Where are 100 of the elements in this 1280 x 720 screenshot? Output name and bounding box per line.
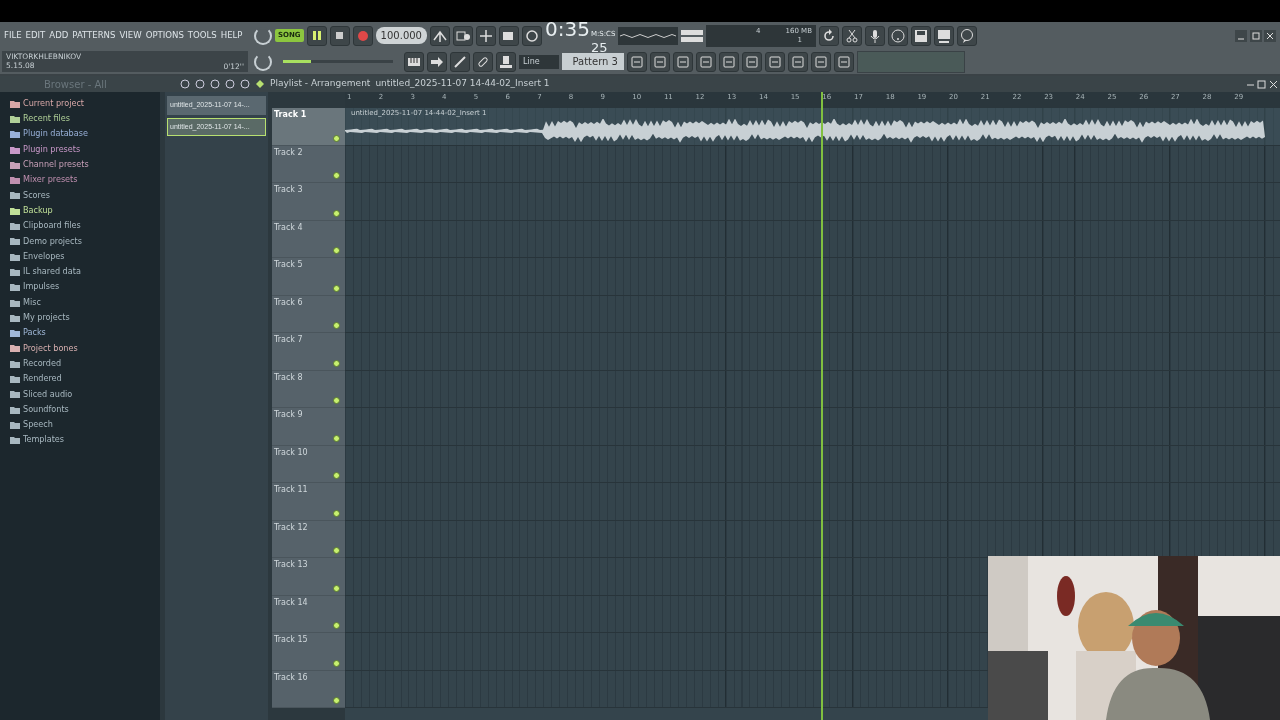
- track-led[interactable]: [333, 509, 340, 517]
- stop-icon: [336, 32, 344, 39]
- chat-icon[interactable]: [958, 27, 975, 44]
- track-name: Track 3: [274, 185, 303, 194]
- menu-item[interactable]: EDIT: [25, 28, 46, 49]
- browser-item[interactable]: Recorded: [23, 356, 62, 371]
- browser-item[interactable]: Mixer presets: [23, 173, 78, 187]
- track-led[interactable]: [333, 622, 340, 629]
- track-led[interactable]: [333, 434, 340, 442]
- stamp-icon[interactable]: [498, 53, 514, 70]
- close-icon[interactable]: [1264, 29, 1276, 42]
- browser-item[interactable]: Scores: [23, 188, 50, 203]
- track-name: Track 15: [274, 635, 308, 644]
- track-header[interactable]: Track 7: [272, 333, 345, 371]
- track-header[interactable]: Track 13: [272, 558, 345, 596]
- track-header[interactable]: Track 1: [272, 108, 345, 146]
- track-led[interactable]: [333, 172, 340, 179]
- pattern-selector[interactable]: Pattern 3: [562, 53, 624, 70]
- track-name: Track 2: [274, 147, 303, 157]
- track-led[interactable]: [333, 359, 340, 367]
- browser-item[interactable]: Plugin database: [23, 127, 88, 141]
- track-led[interactable]: [333, 209, 340, 217]
- browser-item[interactable]: Impulses: [23, 280, 60, 294]
- browser-item[interactable]: Backup: [23, 203, 53, 218]
- menu-item[interactable]: FILE: [4, 28, 22, 49]
- knob[interactable]: [254, 26, 272, 45]
- track-led[interactable]: [333, 397, 340, 404]
- browser-item[interactable]: Envelopes: [23, 249, 65, 264]
- browser-item[interactable]: Plugin presets: [23, 142, 81, 157]
- snap-selector[interactable]: Line: [519, 54, 559, 69]
- track-name: Track 5: [274, 260, 303, 269]
- track-header[interactable]: Track 15: [272, 633, 345, 671]
- minimize-icon[interactable]: [1235, 29, 1247, 42]
- browser-item[interactable]: Soundfonts: [23, 402, 69, 417]
- clock-time: 0:35: [544, 15, 590, 43]
- knob[interactable]: [254, 52, 272, 71]
- close-icon[interactable]: [1268, 79, 1278, 89]
- play-pause-button[interactable]: [306, 25, 327, 46]
- track-header[interactable]: Track 14: [272, 595, 345, 633]
- restore-icon[interactable]: [1249, 29, 1262, 42]
- track-name: Track 11: [274, 485, 308, 494]
- pause-icon: [312, 31, 321, 40]
- track-led[interactable]: [333, 247, 340, 254]
- track-name: Track 12: [274, 522, 308, 532]
- track-header[interactable]: Track 10: [272, 445, 345, 483]
- browser-item[interactable]: Rendered: [23, 372, 62, 386]
- track-name: Track 8: [274, 372, 303, 382]
- track-led[interactable]: [333, 284, 340, 292]
- menu-item[interactable]: OPTIONS: [145, 28, 184, 49]
- record-icon: [357, 30, 368, 41]
- track-header[interactable]: Track 2: [272, 145, 345, 183]
- track-name: Track 13: [274, 560, 308, 569]
- track-name: Track 9: [274, 410, 303, 419]
- menu-item[interactable]: PATTERNS: [72, 28, 116, 49]
- track-led[interactable]: [333, 659, 340, 667]
- browser-item[interactable]: Demo projects: [23, 234, 82, 249]
- track-name: Track 4: [274, 222, 303, 232]
- scissors-icon[interactable]: [843, 27, 860, 44]
- menu-item[interactable]: ADD: [49, 28, 69, 49]
- breadcrumb-item[interactable]: untitled_2025-11-07 14-44-02_Insert 1: [375, 77, 550, 91]
- browser-item[interactable]: Project bones: [23, 341, 78, 356]
- track-header[interactable]: Track 12: [272, 520, 345, 558]
- track-header[interactable]: Track 5: [272, 258, 345, 296]
- browser-item[interactable]: IL shared data: [23, 265, 81, 279]
- playlist-icon: [255, 79, 265, 89]
- track-header[interactable]: Track 6: [272, 295, 345, 333]
- track-header[interactable]: Track 8: [272, 370, 345, 408]
- track-name: Track 16: [274, 672, 308, 682]
- browser-item[interactable]: Packs: [23, 326, 46, 340]
- track-name: Track 14: [274, 597, 308, 607]
- browser-item[interactable]: My projects: [23, 311, 70, 325]
- track-header[interactable]: Track 9: [272, 408, 345, 446]
- menu-item[interactable]: TOOLS: [187, 28, 217, 49]
- track-header[interactable]: Track 4: [272, 220, 345, 258]
- track-name: Track 7: [274, 335, 303, 344]
- track-header[interactable]: Track 16: [272, 670, 345, 708]
- track-led[interactable]: [333, 472, 340, 479]
- browser-item[interactable]: Speech: [23, 418, 53, 432]
- browser-item[interactable]: Recent files: [23, 112, 71, 126]
- track-led[interactable]: [333, 134, 340, 142]
- plus-icon[interactable]: [477, 27, 494, 44]
- browser-item[interactable]: Clipboard files: [23, 219, 81, 233]
- track-header[interactable]: Track 3: [272, 183, 345, 221]
- track-led[interactable]: [333, 547, 340, 554]
- tempo-field[interactable]: 100.000: [375, 27, 427, 44]
- browser-item[interactable]: Templates: [23, 433, 64, 447]
- menu-item[interactable]: VIEW: [119, 28, 142, 49]
- menu-item[interactable]: HELP: [220, 28, 243, 49]
- browser-item[interactable]: Misc: [23, 295, 41, 310]
- browser-item[interactable]: Current project: [23, 96, 85, 111]
- restore-icon[interactable]: [1257, 79, 1266, 89]
- stop-button[interactable]: [329, 25, 350, 46]
- window-title: Playlist - Arrangement: [270, 77, 371, 91]
- browser-item[interactable]: Channel presets: [23, 158, 89, 172]
- track-header[interactable]: Track 11: [272, 483, 345, 521]
- track-led[interactable]: [333, 697, 340, 704]
- browser-item[interactable]: Sliced audio: [23, 387, 73, 402]
- track-led[interactable]: [333, 584, 340, 592]
- track-led[interactable]: [333, 322, 340, 329]
- waveform-icon: [617, 26, 678, 45]
